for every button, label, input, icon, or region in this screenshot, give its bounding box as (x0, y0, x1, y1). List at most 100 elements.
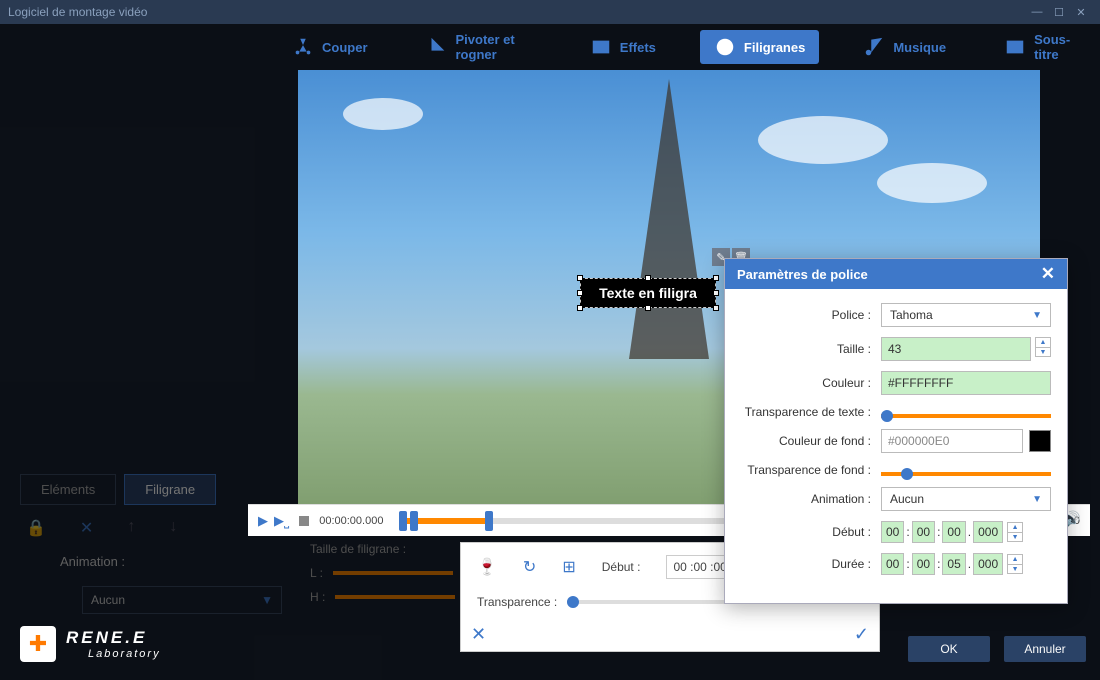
wine-glass-icon[interactable]: 🍷 (477, 557, 497, 577)
tool-rotate-label: Pivoter et rogner (456, 32, 532, 62)
tool-cut-label: Couper (322, 40, 368, 55)
brand-logo: ✚ RENE.E Laboratory (20, 626, 161, 662)
play-range-button[interactable]: ▶⎵ (274, 513, 289, 529)
left-animation-label: Animation : (60, 554, 125, 569)
delete-icon[interactable]: ✕ (80, 518, 93, 538)
play-button[interactable]: ▶ (258, 513, 268, 529)
bg-color-value: #000000E0 (888, 434, 1016, 448)
taille-value: 43 (888, 342, 1024, 356)
tool-watermark[interactable]: Filigranes (700, 30, 819, 64)
trans-texte-label: Transparence de texte : (741, 405, 881, 419)
chevron-down-icon: ▼ (261, 593, 273, 607)
duree-step-up[interactable]: ▲ (1007, 554, 1023, 564)
ok-button[interactable]: OK (908, 636, 990, 662)
left-tabs: Eléments Filigrane (20, 474, 216, 505)
left-animation-value: Aucun (91, 593, 125, 607)
tool-subtitle[interactable]: Sous-titre (990, 26, 1090, 68)
dialog-title: Paramètres de police (737, 267, 868, 282)
minimize-button[interactable]: — (1026, 3, 1048, 21)
font-settings-dialog: Paramètres de police ✕ Police : Tahoma ▼… (724, 258, 1068, 604)
bg-color-label: Couleur de fond : (741, 434, 881, 448)
police-value: Tahoma (890, 308, 933, 322)
animation-label: Animation : (741, 492, 881, 506)
couleur-value: #FFFFFFFF (888, 376, 1044, 390)
police-select[interactable]: Tahoma ▼ (881, 303, 1051, 327)
trans-bg-slider[interactable] (881, 472, 1051, 476)
bg-color-input[interactable]: #000000E0 (881, 429, 1023, 453)
trans-texte-slider[interactable] (881, 414, 1051, 418)
dialog-buttons: OK Annuler (908, 636, 1086, 662)
popup-cancel-icon[interactable]: ✕ (471, 624, 486, 645)
popup-transparency-label: Transparence : (477, 595, 557, 609)
watermark-size-controls: Taille de filigrane : L : H : (310, 542, 455, 604)
music-icon (863, 36, 885, 58)
main-toolbar: Couper Pivoter et rogner Effets Filigran… (248, 28, 1090, 66)
logo-brand: RENE.E (66, 628, 161, 648)
left-animation-select[interactable]: Aucun ▼ (82, 586, 282, 614)
titlebar: Logiciel de montage vidéo — ☐ ✕ (0, 0, 1100, 24)
taille-step-up[interactable]: ▲ (1035, 337, 1051, 347)
logo-sub: Laboratory (88, 648, 161, 660)
debut-step-down[interactable]: ▼ (1007, 532, 1023, 542)
chevron-down-icon: ▼ (1032, 310, 1042, 321)
debut-step-up[interactable]: ▲ (1007, 522, 1023, 532)
maximize-button[interactable]: ☐ (1048, 3, 1070, 21)
tool-rotate[interactable]: Pivoter et rogner (412, 26, 546, 68)
tool-effects[interactable]: Effets (576, 30, 670, 64)
tool-watermark-label: Filigranes (744, 40, 805, 55)
couleur-input[interactable]: #FFFFFFFF (881, 371, 1051, 395)
tool-music[interactable]: Musique (849, 30, 960, 64)
range-start-marker[interactable] (399, 511, 407, 531)
left-icon-row: 🔒 ✕ ↑ ↓ (26, 518, 177, 538)
subtitle-icon (1004, 36, 1026, 58)
trans-bg-label: Transparence de fond : (741, 463, 881, 477)
height-label: H : (310, 590, 325, 604)
duree-time-input[interactable]: 00: 00: 05. 000 ▲▼ (881, 553, 1051, 575)
logo-icon: ✚ (20, 626, 56, 662)
taille-input[interactable]: 43 (881, 337, 1031, 361)
popup-start-label: Début : (602, 560, 641, 574)
effects-icon (590, 36, 612, 58)
height-slider[interactable] (335, 595, 455, 599)
cancel-button[interactable]: Annuler (1004, 636, 1086, 662)
crop-rotate-icon (426, 36, 448, 58)
width-slider[interactable] (333, 571, 453, 575)
duree-step-down[interactable]: ▼ (1007, 564, 1023, 574)
taille-label: Taille : (741, 342, 881, 356)
playback-time-current: 00:00:00.000 (319, 515, 383, 527)
refresh-icon[interactable]: ↻ (523, 557, 536, 577)
width-label: L : (310, 566, 323, 580)
debut-label: Début : (741, 525, 881, 539)
animation-select[interactable]: Aucun ▼ (881, 487, 1051, 511)
watermark-text: Texte en filigra (599, 285, 697, 301)
taille-step-down[interactable]: ▼ (1035, 347, 1051, 357)
police-label: Police : (741, 308, 881, 322)
grid-icon[interactable]: ⊞ (562, 557, 575, 577)
watermark-text-box[interactable]: Texte en filigra (580, 278, 716, 308)
tool-cut[interactable]: Couper (278, 30, 382, 64)
dialog-close-button[interactable]: ✕ (1041, 264, 1055, 284)
playhead-marker[interactable] (410, 511, 418, 531)
tool-music-label: Musique (893, 40, 946, 55)
watermark-icon (714, 36, 736, 58)
range-end-marker[interactable] (485, 511, 493, 531)
chevron-down-icon: ▼ (1032, 494, 1042, 505)
arrow-up-icon[interactable]: ↑ (127, 518, 135, 538)
tab-elements[interactable]: Eléments (20, 474, 116, 505)
stop-button[interactable] (299, 516, 309, 526)
close-button[interactable]: ✕ (1070, 3, 1092, 21)
animation-value: Aucun (890, 492, 924, 506)
couleur-label: Couleur : (741, 376, 881, 390)
bg-color-swatch[interactable] (1029, 430, 1051, 452)
arrow-down-icon[interactable]: ↓ (169, 518, 177, 538)
tool-subtitle-label: Sous-titre (1034, 32, 1076, 62)
debut-time-input[interactable]: 00: 00: 00. 000 ▲▼ (881, 521, 1051, 543)
lock-icon[interactable]: 🔒 (26, 518, 46, 538)
tool-effects-label: Effets (620, 40, 656, 55)
popup-confirm-icon[interactable]: ✓ (854, 624, 869, 645)
scissors-icon (292, 36, 314, 58)
app-title: Logiciel de montage vidéo (8, 5, 1026, 19)
duree-label: Durée : (741, 557, 881, 571)
tab-watermark[interactable]: Filigrane (124, 474, 216, 505)
size-title: Taille de filigrane : (310, 542, 455, 556)
